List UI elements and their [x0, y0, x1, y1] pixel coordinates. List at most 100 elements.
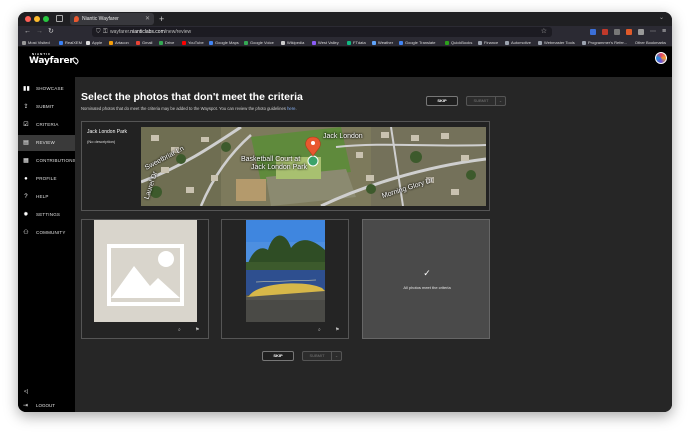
- sidebar-item-criteria[interactable]: ☑ CRITERIA: [18, 117, 75, 133]
- check-icon: ✓: [423, 268, 431, 278]
- profile-icon: ●: [24, 176, 28, 182]
- page-subtitle: Nominated photos that do meet the criter…: [81, 106, 297, 111]
- extension-4-icon[interactable]: [626, 29, 632, 35]
- sidebar-item-label: PROFILE: [36, 176, 57, 181]
- url-path: /new/review: [164, 29, 192, 35]
- navigation-bar: ← → ↻ ⛉ ⚿ wayfarer.nianticlabs.com/new/r…: [18, 26, 672, 38]
- reload-button[interactable]: ↻: [48, 27, 54, 37]
- lock-icon: ⚿: [103, 29, 108, 35]
- help-icon: ?: [24, 194, 28, 200]
- bookmark-item[interactable]: Weather: [372, 38, 393, 47]
- app-menu-icon[interactable]: ≡: [662, 27, 666, 37]
- page-title: Select the photos that don't meet the cr…: [81, 91, 303, 103]
- bookmarks-bar: Other Bookmarks Most Visited RealXEM Apple…: [18, 38, 672, 47]
- community-icon: ⚇: [23, 230, 29, 236]
- zoom-in-icon[interactable]: ⌕: [318, 327, 321, 333]
- review-icon: ▤: [23, 140, 29, 146]
- bookmark-item[interactable]: Google Maps: [209, 38, 239, 47]
- bookmark-item[interactable]: Google Translate: [399, 38, 435, 47]
- logout-label: LOGOUT: [36, 403, 56, 408]
- bookmark-item[interactable]: Drive: [159, 38, 174, 47]
- close-tab-icon[interactable]: ✕: [145, 13, 150, 25]
- submit-button-top[interactable]: SUBMIT: [466, 96, 496, 106]
- bookmark-item[interactable]: Automotive: [505, 38, 531, 47]
- all-photos-meet-criteria-label: All photos meet the criteria: [403, 285, 451, 290]
- minimize-window-button[interactable]: [34, 16, 40, 22]
- map-label-court: Basketball Court at: [241, 156, 301, 163]
- tab-bar: Niantic Wayfarer ✕ + ⌄: [18, 12, 672, 26]
- submit-button-bottom[interactable]: SUBMIT: [302, 351, 332, 361]
- wayfarer-logo[interactable]: Wayfarer: [29, 56, 74, 66]
- settings-icon: ✹: [23, 212, 29, 218]
- browser-window: Niantic Wayfarer ✕ + ⌄ ← → ↻ ⛉ ⚿ wayfare…: [18, 12, 672, 412]
- bookmark-item[interactable]: Programmer's Refer...: [582, 38, 627, 47]
- sidebar-item-label: COMMUNITY: [36, 230, 66, 235]
- poi-description: (No description): [87, 139, 116, 144]
- bookmark-item[interactable]: Gmail: [136, 38, 152, 47]
- extension-1-icon[interactable]: [590, 29, 596, 35]
- skip-button-top[interactable]: SKIP: [426, 96, 458, 106]
- tab-overview-icon[interactable]: [56, 15, 63, 22]
- extension-5-icon[interactable]: [638, 29, 644, 35]
- bookmark-item[interactable]: Artacon: [109, 38, 129, 47]
- sidebar-item-review[interactable]: ▤ REVIEW: [18, 135, 75, 151]
- bookmark-item[interactable]: RealXEM: [59, 38, 82, 47]
- criteria-icon: ☑: [23, 122, 29, 128]
- bookmark-item[interactable]: Apple: [86, 38, 102, 47]
- tab-wayfarer[interactable]: Niantic Wayfarer ✕: [70, 13, 154, 25]
- back-button[interactable]: ←: [24, 27, 31, 37]
- bookmark-item[interactable]: Most Visited: [22, 38, 50, 47]
- extension-3-icon[interactable]: [614, 29, 620, 35]
- sidebar-item-help[interactable]: ? HELP: [18, 189, 75, 205]
- sidebar-item-label: SHOWCASE: [36, 86, 64, 91]
- bookmark-item[interactable]: QuickBooks: [445, 38, 472, 47]
- photo-card-2[interactable]: ⌕ ⚑: [221, 219, 349, 339]
- zoom-window-button[interactable]: [43, 16, 49, 22]
- skip-button-bottom[interactable]: SKIP: [262, 351, 294, 361]
- avatar[interactable]: [655, 52, 667, 64]
- image-placeholder-icon: [94, 220, 197, 322]
- list-tabs-chevron-icon[interactable]: ⌄: [659, 14, 664, 21]
- submit-options-caret-top[interactable]: ⌄: [496, 96, 506, 106]
- close-window-button[interactable]: [25, 16, 31, 22]
- sidebar-item-settings[interactable]: ✹ SETTINGS: [18, 207, 75, 223]
- flag-icon[interactable]: ⚑: [335, 327, 339, 333]
- map-imagery: [141, 127, 486, 206]
- sidebar-item-showcase[interactable]: ▮▮ SHOWCASE: [18, 81, 75, 97]
- bookmark-item[interactable]: Finance: [478, 38, 498, 47]
- url-bar[interactable]: ⛉ ⚿ wayfarer.nianticlabs.com/new/review …: [92, 27, 552, 37]
- submit-icon: ⇪: [23, 104, 29, 110]
- extensions-menu-icon[interactable]: ⋯: [650, 27, 656, 37]
- collapse-sidebar-button[interactable]: <|: [24, 389, 28, 395]
- other-bookmarks[interactable]: Other Bookmarks: [635, 38, 666, 47]
- bookmark-item[interactable]: Google Voice: [244, 38, 274, 47]
- new-tab-button[interactable]: +: [159, 13, 164, 25]
- bookmark-item[interactable]: FTdata: [347, 38, 366, 47]
- bookmark-item[interactable]: West Valley: [312, 38, 339, 47]
- sidebar-item-label: REVIEW: [36, 140, 55, 145]
- url-host: nianticlabs.com: [130, 29, 165, 35]
- logout-button[interactable]: ⇥ LOGOUT: [18, 399, 75, 412]
- sidebar-item-community[interactable]: ⚇ COMMUNITY: [18, 225, 75, 241]
- sidebar-item-submit[interactable]: ⇪ SUBMIT: [18, 99, 75, 115]
- map-label-park-name: Jack London Park: [251, 164, 308, 171]
- extension-2-icon[interactable]: [602, 29, 608, 35]
- satellite-map[interactable]: Jack London Basketball Court at Jack Lon…: [141, 127, 486, 206]
- bookmark-item[interactable]: Wikipedia: [281, 38, 304, 47]
- zoom-in-icon[interactable]: ⌕: [178, 327, 181, 333]
- submit-options-caret-bottom[interactable]: ⌄: [332, 351, 342, 361]
- bookmark-star-icon[interactable]: ☆: [541, 27, 547, 37]
- sidebar-item-profile[interactable]: ● PROFILE: [18, 171, 75, 187]
- contributions-icon: ▦: [23, 158, 29, 164]
- nomination-info-card: Jack London Park (No description) Jack L…: [81, 121, 490, 211]
- sidebar-item-label: HELP: [36, 194, 49, 199]
- bookmark-item[interactable]: YouTube: [182, 38, 204, 47]
- photo-card-1[interactable]: ⌕ ⚑: [81, 219, 209, 339]
- flag-icon[interactable]: ⚑: [195, 327, 199, 333]
- poi-name: Jack London Park: [87, 129, 128, 135]
- bookmark-item[interactable]: Webmaster Tools: [538, 38, 575, 47]
- forward-button[interactable]: →: [36, 27, 43, 37]
- sidebar-item-contributions[interactable]: ▦ CONTRIBUTIONS: [18, 153, 76, 169]
- sidebar-item-label: CONTRIBUTIONS: [36, 158, 76, 163]
- all-photos-meet-criteria-option[interactable]: ✓ All photos meet the criteria: [362, 219, 490, 339]
